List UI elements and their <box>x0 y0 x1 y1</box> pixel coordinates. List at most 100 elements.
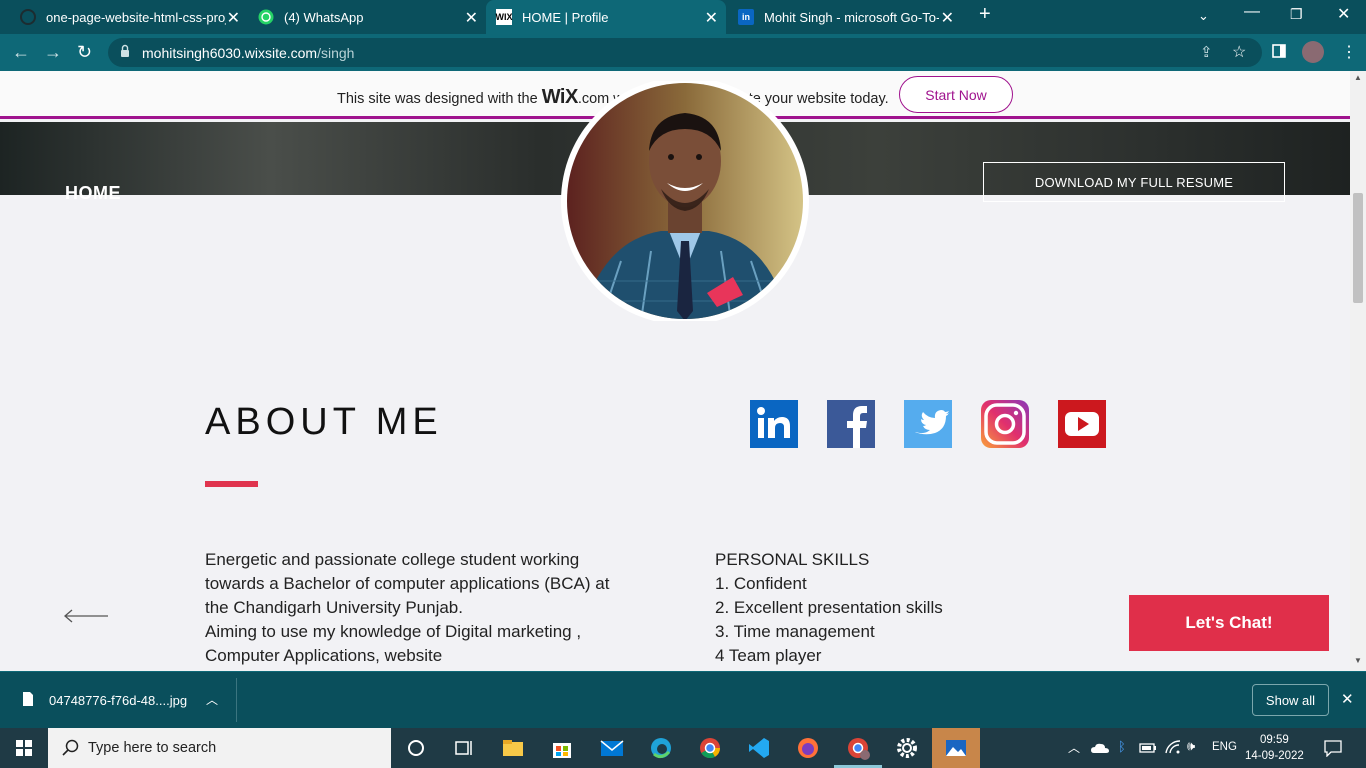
chevron-down-icon[interactable]: ⌄ <box>1198 8 1209 24</box>
settings-gear-icon[interactable] <box>895 736 919 760</box>
previous-arrow-icon[interactable] <box>62 606 110 626</box>
mail-icon[interactable] <box>600 736 624 760</box>
linkedin-icon: in <box>738 9 754 25</box>
time: 09:59 <box>1260 734 1289 746</box>
date: 14-09-2022 <box>1245 750 1304 762</box>
address-bar[interactable]: mohitsingh6030.wixsite.com/singh ⇪ ☆ <box>108 38 1262 67</box>
web-page: This site was designed with the WiX.com … <box>0 71 1350 671</box>
tab-linkedin[interactable]: in Mohit Singh - microsoft Go-To-M ✕ <box>728 0 962 34</box>
tab-title: Mohit Singh - microsoft Go-To-M <box>764 9 939 25</box>
start-now-button[interactable]: Start Now <box>899 76 1013 113</box>
bluetooth-icon[interactable]: ᛒ <box>1118 739 1126 754</box>
youtube-icon[interactable] <box>1058 400 1106 448</box>
github-icon <box>20 9 36 25</box>
onedrive-icon[interactable] <box>1091 741 1109 759</box>
close-window-icon[interactable]: ✕ <box>1337 4 1350 24</box>
skills-title: PERSONAL SKILLS <box>715 550 870 569</box>
language-indicator[interactable]: ENG <box>1212 741 1237 753</box>
search-icon <box>62 739 80 762</box>
bio-line: the Chandigarh University Punjab. <box>205 598 463 617</box>
back-arrow-icon[interactable]: ← <box>12 42 30 63</box>
wifi-icon[interactable] <box>1165 740 1181 759</box>
taskbar: Type here to search ︿ ᛒ 🕪 ENG 09:59 14-0… <box>0 728 1366 768</box>
clock[interactable]: 09:59 14-09-2022 <box>1245 732 1304 764</box>
skill-item: 2. Excellent presentation skills <box>715 598 943 617</box>
share-icon[interactable]: ⇪ <box>1200 43 1213 61</box>
cortana-icon[interactable] <box>404 736 428 760</box>
side-panel-icon[interactable] <box>1272 44 1286 63</box>
tab-title: (4) WhatsApp <box>284 9 364 25</box>
twitter-icon[interactable] <box>904 400 952 448</box>
task-view-icon[interactable] <box>452 736 476 760</box>
vscode-icon[interactable] <box>747 736 771 760</box>
close-icon[interactable]: ✕ <box>941 8 954 28</box>
title-underline <box>205 481 258 487</box>
show-all-button[interactable]: Show all <box>1252 684 1329 716</box>
download-resume-button[interactable]: DOWNLOAD MY FULL RESUME <box>983 162 1285 202</box>
close-icon[interactable]: ✕ <box>465 8 478 28</box>
menu-dots-icon[interactable]: ⋮ <box>1341 42 1357 62</box>
nav-home[interactable]: HOME <box>65 183 121 204</box>
download-file-name[interactable]: 04748776-f76d-48....jpg <box>49 693 187 708</box>
facebook-icon[interactable] <box>827 400 875 448</box>
minimize-icon[interactable]: — <box>1244 3 1260 21</box>
tab-whatsapp[interactable]: (4) WhatsApp ✕ <box>248 0 486 34</box>
photos-app-tile[interactable] <box>932 728 980 768</box>
navigation-bar: ← → ↻ mohitsingh6030.wixsite.com/singh ⇪… <box>0 34 1366 71</box>
skill-item: 1. Confident <box>715 574 807 593</box>
edge-icon[interactable] <box>649 736 673 760</box>
url-path: /singh <box>317 45 355 61</box>
search-placeholder: Type here to search <box>88 740 217 756</box>
tab-profile-active[interactable]: WIX HOME | Profile ✕ <box>486 0 726 34</box>
about-title: ABOUT ME <box>205 401 443 443</box>
bio-line: Computer Applications, website <box>205 646 443 665</box>
windows-start-icon[interactable] <box>16 740 32 761</box>
wix-icon: WIX <box>496 9 513 25</box>
instagram-icon[interactable] <box>981 400 1029 448</box>
linkedin-icon[interactable] <box>750 400 798 448</box>
bio-line: Aiming to use my knowledge of Digital ma… <box>205 622 582 641</box>
whatsapp-icon <box>258 9 274 25</box>
page-scrollbar[interactable]: ▲ ▼ <box>1350 71 1366 671</box>
volume-icon[interactable]: 🕪 <box>1187 738 1195 754</box>
scroll-thumb[interactable] <box>1353 193 1363 303</box>
bio-line: Energetic and passionate college student… <box>205 550 580 569</box>
lets-chat-button[interactable]: Let's Chat! <box>1129 595 1329 651</box>
tab-strip: one-page-website-html-css-proj ✕ (4) Wha… <box>0 0 1366 34</box>
file-icon <box>22 691 34 712</box>
taskbar-search[interactable]: Type here to search <box>48 728 391 768</box>
reload-icon[interactable]: ↻ <box>77 42 92 63</box>
close-icon[interactable]: ✕ <box>705 8 718 28</box>
file-explorer-icon[interactable] <box>501 736 525 760</box>
close-icon[interactable]: ✕ <box>1341 690 1354 708</box>
about-bio: Energetic and passionate college student… <box>205 548 609 668</box>
firefox-icon[interactable] <box>796 736 820 760</box>
avatar[interactable] <box>1302 41 1324 63</box>
star-icon[interactable]: ☆ <box>1232 42 1246 62</box>
chevron-up-icon[interactable]: ︿ <box>206 691 218 708</box>
url-text: mohitsingh6030.wixsite.com/singh <box>142 45 354 61</box>
chrome-profile-icon[interactable] <box>846 736 870 760</box>
chrome-icon[interactable] <box>698 736 722 760</box>
personal-skills: PERSONAL SKILLS 1. Confident 2. Excellen… <box>715 548 943 668</box>
skill-item: 4 Team player <box>715 646 822 665</box>
photos-icon <box>944 736 968 760</box>
tab-github[interactable]: one-page-website-html-css-proj ✕ <box>10 0 248 34</box>
chevron-up-icon[interactable]: ︿ <box>1068 739 1080 756</box>
skill-item: 3. Time management <box>715 622 875 641</box>
scroll-up-icon[interactable]: ▲ <box>1354 73 1362 82</box>
battery-icon[interactable] <box>1139 741 1157 759</box>
url-host: mohitsingh6030.wixsite.com <box>142 45 318 61</box>
new-tab-icon[interactable]: + <box>979 3 991 26</box>
notifications-icon[interactable] <box>1324 739 1342 762</box>
forward-arrow-icon[interactable]: → <box>44 42 62 63</box>
banner-text-before: This site was designed with the <box>337 91 538 107</box>
restore-icon[interactable]: ❐ <box>1290 6 1303 23</box>
divider <box>236 678 237 722</box>
profile-photo <box>561 77 809 325</box>
scroll-down-icon[interactable]: ▼ <box>1354 656 1362 665</box>
close-icon[interactable]: ✕ <box>227 8 240 28</box>
lock-icon <box>120 44 130 63</box>
store-icon[interactable] <box>550 736 574 760</box>
tab-title: one-page-website-html-css-proj <box>46 9 226 25</box>
